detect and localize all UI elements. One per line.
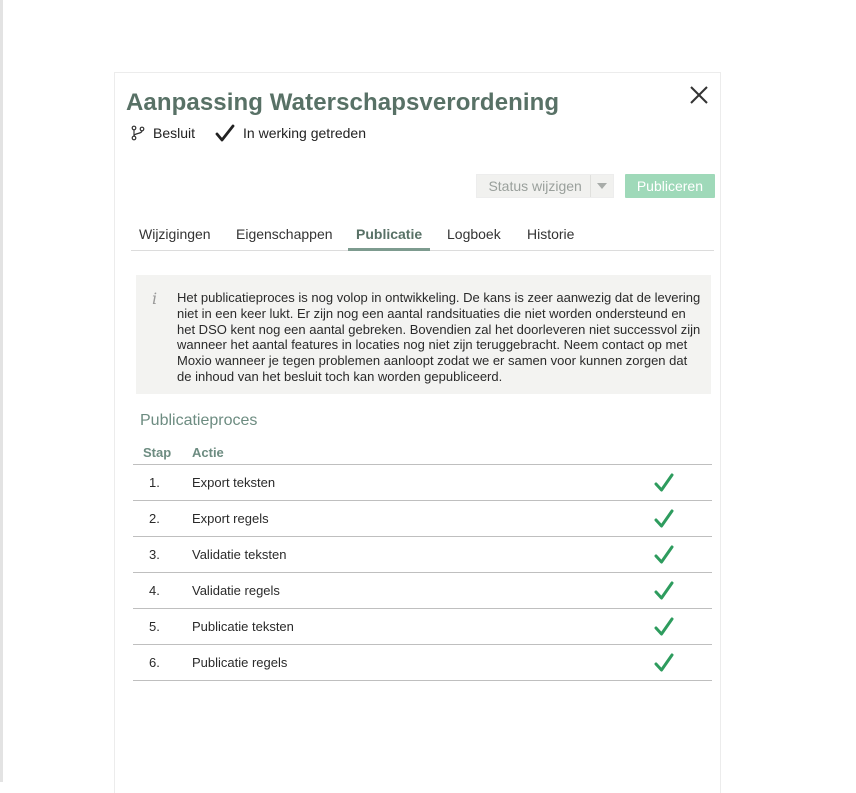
chevron-down-icon[interactable]	[589, 175, 613, 197]
info-notice: i Het publicatieproces is nog volop in o…	[136, 275, 711, 394]
publish-button[interactable]: Publiceren	[624, 174, 715, 198]
tab-wijzigingen[interactable]: Wijzigingen	[139, 226, 211, 250]
dialog-meta: Besluit In werking getreden	[131, 123, 366, 143]
table-row: 6. Publicatie regels	[133, 644, 712, 681]
column-header-step: Stap	[133, 440, 192, 465]
change-status-label: Status wijzigen	[488, 178, 582, 194]
close-icon	[690, 86, 708, 104]
check-icon	[654, 545, 674, 563]
step-number: 6.	[133, 644, 192, 681]
column-header-action: Actie	[192, 440, 652, 465]
step-number: 3.	[133, 536, 192, 573]
step-number: 5.	[133, 608, 192, 645]
check-icon	[654, 581, 674, 599]
step-action: Validatie teksten	[192, 536, 652, 573]
tab-logboek[interactable]: Logboek	[447, 226, 501, 250]
document-status-label: In werking getreden	[243, 125, 366, 141]
step-number: 2.	[133, 500, 192, 537]
branch-icon	[131, 125, 145, 141]
left-border-strip	[0, 0, 3, 782]
column-header-status	[652, 440, 712, 465]
checkmark-icon	[215, 124, 235, 142]
step-action: Export teksten	[192, 464, 652, 501]
check-icon	[654, 473, 674, 491]
close-button[interactable]	[687, 83, 711, 107]
dialog-actions: Status wijzigen Publiceren	[476, 174, 715, 198]
table-row: 5. Publicatie teksten	[133, 608, 712, 645]
step-action: Publicatie regels	[192, 644, 652, 681]
table-row: 1. Export teksten	[133, 464, 712, 501]
check-icon	[654, 617, 674, 635]
step-action: Publicatie teksten	[192, 608, 652, 645]
tab-historie[interactable]: Historie	[527, 226, 574, 250]
check-icon	[654, 509, 674, 527]
table-row: 3. Validatie teksten	[133, 536, 712, 573]
info-icon: i	[152, 289, 158, 308]
tab-publicatie[interactable]: Publicatie	[347, 226, 431, 251]
step-number: 1.	[133, 464, 192, 501]
dialog-title: Aanpassing Waterschapsverordening	[126, 89, 560, 116]
publication-dialog: Aanpassing Waterschapsverordening Beslui…	[114, 72, 721, 793]
process-table: Stap Actie 1. Export teksten 2. Export r…	[133, 440, 712, 681]
step-number: 4.	[133, 572, 192, 609]
step-action: Validatie regels	[192, 572, 652, 609]
check-icon	[654, 653, 674, 671]
document-type: Besluit	[131, 125, 195, 141]
table-row: 2. Export regels	[133, 500, 712, 537]
document-type-label: Besluit	[153, 125, 196, 141]
tab-bar: Wijzigingen Eigenschappen Publicatie Log…	[131, 226, 714, 251]
document-status: In werking getreden	[215, 124, 366, 142]
info-text: Het publicatieproces is nog volop in ont…	[177, 290, 701, 384]
step-action: Export regels	[192, 500, 652, 537]
tab-eigenschappen[interactable]: Eigenschappen	[236, 226, 333, 250]
change-status-button[interactable]: Status wijzigen	[476, 174, 614, 198]
process-title: Publicatieproces	[140, 412, 258, 429]
table-header-row: Stap Actie	[133, 440, 712, 465]
table-row: 4. Validatie regels	[133, 572, 712, 609]
